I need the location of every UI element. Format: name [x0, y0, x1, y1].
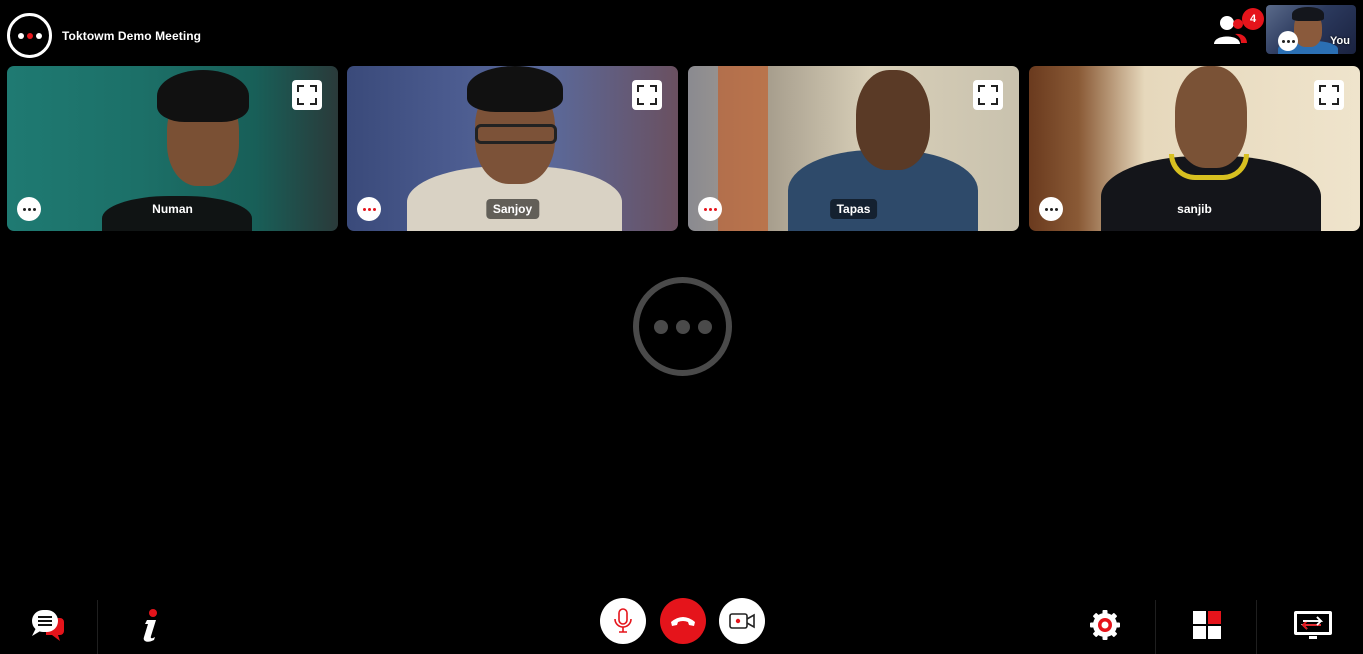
video-background-shelf — [718, 66, 768, 231]
meeting-title: Toktowm Demo Meeting — [62, 29, 202, 43]
more-dot — [1286, 39, 1290, 43]
toolbar-divider — [1155, 600, 1156, 654]
more-options-button[interactable] — [698, 197, 722, 221]
more-options-button[interactable] — [357, 197, 381, 221]
self-more-options-button[interactable] — [1278, 31, 1298, 51]
more-dot — [1291, 39, 1295, 43]
video-camera-button[interactable] — [719, 598, 765, 644]
more-dot — [372, 207, 376, 211]
more-dot — [1049, 207, 1053, 211]
toolbar-divider — [97, 600, 98, 654]
microphone-icon — [614, 608, 632, 633]
more-dot — [32, 207, 36, 211]
more-dot — [1054, 207, 1058, 211]
end-call-button[interactable] — [660, 598, 706, 644]
fullscreen-icon — [1319, 85, 1339, 105]
screen-share-button[interactable] — [1290, 608, 1336, 642]
self-view-tile[interactable]: You — [1266, 5, 1356, 54]
fullscreen-button[interactable] — [292, 80, 322, 110]
fullscreen-icon — [637, 85, 657, 105]
more-dot — [367, 207, 371, 211]
self-view-label: You — [1330, 35, 1350, 47]
settings-icon — [1090, 610, 1120, 640]
participant-tile[interactable]: Sanjoy — [347, 66, 678, 231]
loader-dot — [697, 319, 712, 334]
loading-indicator — [633, 277, 732, 376]
toolbar-divider — [1256, 600, 1257, 654]
participant-name: Sanjoy — [485, 199, 540, 219]
app-logo — [7, 13, 52, 58]
logo-dot — [35, 32, 42, 39]
more-dot — [1044, 207, 1048, 211]
video-person-hair — [157, 70, 249, 122]
fullscreen-button[interactable] — [973, 80, 1003, 110]
video-person-head — [856, 70, 930, 170]
more-dot — [713, 207, 717, 211]
fullscreen-icon — [297, 85, 317, 105]
participant-name: sanjib — [1177, 202, 1212, 216]
more-dot — [708, 207, 712, 211]
fullscreen-button[interactable] — [1314, 80, 1344, 110]
self-video-hair — [1292, 7, 1324, 21]
more-dot — [1281, 39, 1285, 43]
fullscreen-button[interactable] — [632, 80, 662, 110]
more-dot — [27, 207, 31, 211]
participants-button[interactable]: 4 — [1210, 8, 1264, 50]
settings-button[interactable] — [1086, 606, 1124, 644]
video-camera-icon — [729, 613, 755, 629]
chat-button[interactable] — [24, 604, 68, 644]
video-person-glasses — [475, 124, 557, 144]
layout-toggle-button[interactable] — [1190, 608, 1224, 642]
microphone-button[interactable] — [600, 598, 646, 644]
fullscreen-icon — [978, 85, 998, 105]
logo-dot — [26, 32, 33, 39]
info-icon — [143, 609, 157, 642]
participant-name: Numan — [152, 202, 193, 216]
info-button[interactable] — [134, 606, 164, 644]
participant-tile[interactable]: sanjib — [1029, 66, 1360, 231]
loader-dot — [675, 319, 690, 334]
participant-count-badge: 4 — [1242, 8, 1264, 30]
participant-tile[interactable]: Numan — [7, 66, 338, 231]
chat-icon — [32, 610, 64, 641]
video-person-hair — [467, 66, 563, 112]
more-dot — [703, 207, 707, 211]
participant-name: Tapas — [829, 199, 878, 219]
grid-layout-icon — [1193, 611, 1221, 639]
more-dot — [362, 207, 366, 211]
logo-dot — [17, 32, 24, 39]
loader-dot — [653, 319, 668, 334]
participant-tile[interactable]: Tapas — [688, 66, 1019, 231]
end-call-icon — [671, 617, 695, 626]
screen-share-icon — [1294, 611, 1332, 639]
video-person-head — [1175, 66, 1247, 168]
more-options-button[interactable] — [1039, 197, 1063, 221]
more-options-button[interactable] — [17, 197, 41, 221]
more-dot — [22, 207, 26, 211]
